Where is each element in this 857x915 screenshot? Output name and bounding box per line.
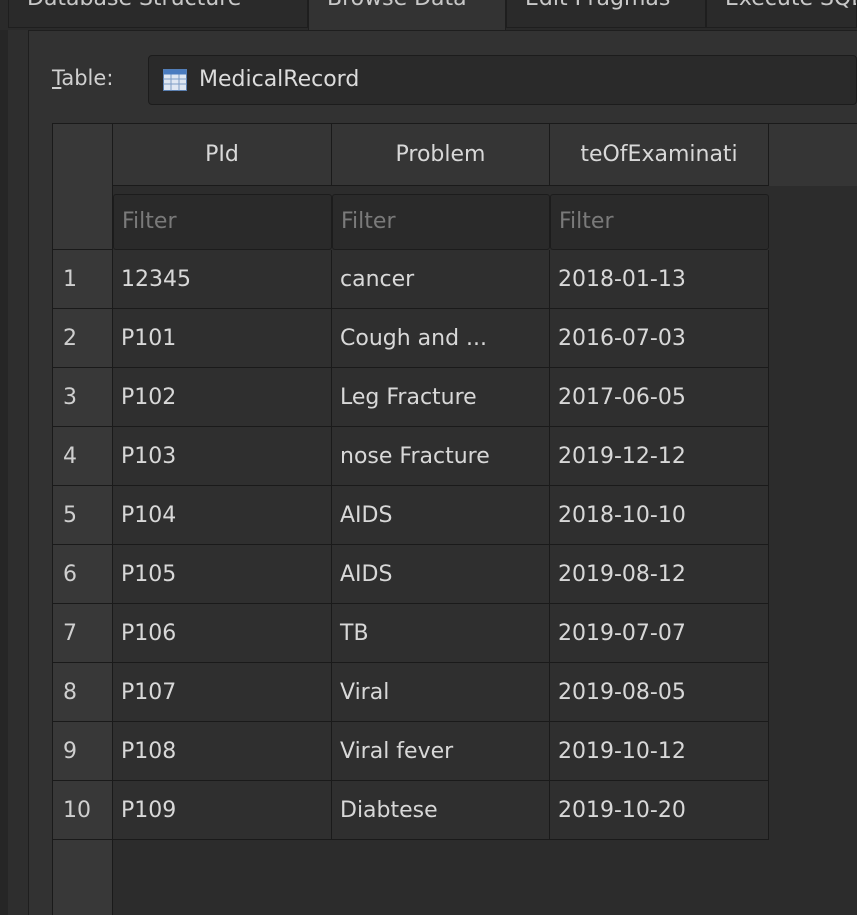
row-number[interactable]: 5: [53, 486, 113, 545]
cell-problem[interactable]: Diabtese: [332, 781, 550, 840]
tab-edit-pragmas[interactable]: Edit Pragmas: [506, 0, 706, 28]
filter-input-pid[interactable]: Filter: [113, 194, 332, 250]
window-left-edge: [0, 0, 8, 915]
cell-pid[interactable]: P105: [113, 545, 332, 604]
table-selector-label: Table:: [52, 66, 114, 90]
cell-pid[interactable]: P103: [113, 427, 332, 486]
cell-date[interactable]: 2019-10-20: [550, 781, 769, 840]
tab-execute-sql[interactable]: Execute SQL: [706, 0, 857, 28]
grid-corner[interactable]: [53, 124, 113, 250]
row-number[interactable]: 4: [53, 427, 113, 486]
filter-input-date[interactable]: Filter: [550, 194, 769, 250]
cell-pid[interactable]: P108: [113, 722, 332, 781]
row-number[interactable]: 7: [53, 604, 113, 663]
column-header-date-of-examination[interactable]: teOfExaminati: [550, 124, 769, 186]
app-window: Database Structure Browse Data Edit Prag…: [0, 0, 857, 915]
row-number[interactable]: 9: [53, 722, 113, 781]
cell-pid[interactable]: P106: [113, 604, 332, 663]
cell-problem[interactable]: AIDS: [332, 486, 550, 545]
cell-date[interactable]: 2019-08-12: [550, 545, 769, 604]
cell-date[interactable]: 2019-07-07: [550, 604, 769, 663]
cell-problem[interactable]: Viral fever: [332, 722, 550, 781]
row-number[interactable]: 2: [53, 309, 113, 368]
cell-date[interactable]: 2016-07-03: [550, 309, 769, 368]
table-selector-value: MedicalRecord: [199, 67, 360, 92]
cell-date[interactable]: 2019-08-05: [550, 663, 769, 722]
cell-pid[interactable]: P104: [113, 486, 332, 545]
row-number[interactable]: 10: [53, 781, 113, 840]
row-number[interactable]: 8: [53, 663, 113, 722]
tab-bar: Database Structure Browse Data Edit Prag…: [0, 0, 857, 30]
tab-database-structure[interactable]: Database Structure: [8, 0, 308, 28]
cell-pid[interactable]: P109: [113, 781, 332, 840]
cell-date[interactable]: 2017-06-05: [550, 368, 769, 427]
row-number[interactable]: 6: [53, 545, 113, 604]
cell-pid[interactable]: 12345: [113, 250, 332, 309]
cell-problem[interactable]: Viral: [332, 663, 550, 722]
filter-input-problem[interactable]: Filter: [332, 194, 550, 250]
column-header-pid[interactable]: PId: [113, 124, 332, 186]
cell-pid[interactable]: P102: [113, 368, 332, 427]
cell-date[interactable]: 2019-10-12: [550, 722, 769, 781]
cell-date[interactable]: 2018-10-10: [550, 486, 769, 545]
cell-problem[interactable]: TB: [332, 604, 550, 663]
cell-pid[interactable]: P107: [113, 663, 332, 722]
cell-problem[interactable]: Cough and ...: [332, 309, 550, 368]
row-number[interactable]: 3: [53, 368, 113, 427]
row-number[interactable]: 1: [53, 250, 113, 309]
table-icon: [163, 69, 187, 91]
tab-browse-data[interactable]: Browse Data: [308, 0, 506, 30]
cell-problem[interactable]: AIDS: [332, 545, 550, 604]
cell-date[interactable]: 2018-01-13: [550, 250, 769, 309]
cell-problem[interactable]: Leg Fracture: [332, 368, 550, 427]
table-selector-combobox[interactable]: MedicalRecord: [148, 55, 857, 105]
cell-problem[interactable]: nose Fracture: [332, 427, 550, 486]
cell-problem[interactable]: cancer: [332, 250, 550, 309]
column-header-problem[interactable]: Problem: [332, 124, 550, 186]
data-grid: PId Problem teOfExaminati Filter Filter …: [52, 123, 857, 915]
cell-pid[interactable]: P101: [113, 309, 332, 368]
cell-date[interactable]: 2019-12-12: [550, 427, 769, 486]
